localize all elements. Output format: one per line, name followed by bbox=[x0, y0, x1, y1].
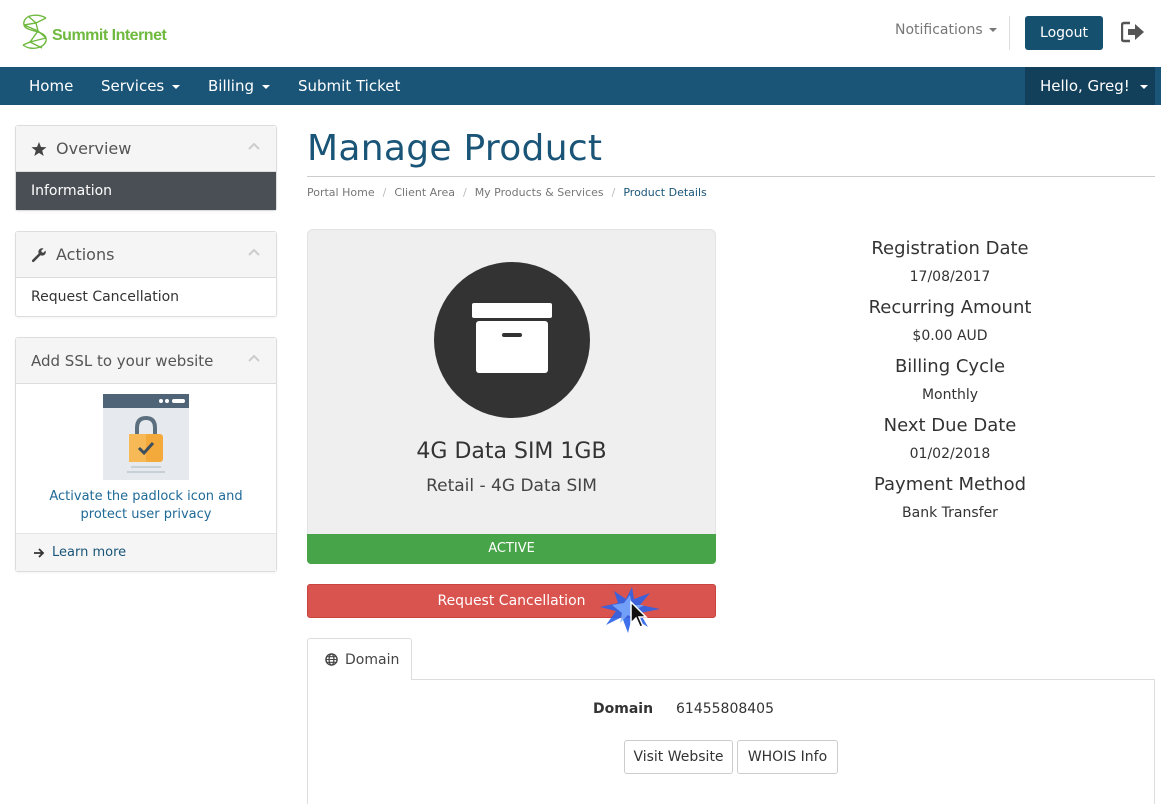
nav-item-services[interactable]: Services bbox=[101, 67, 181, 105]
billing-cycle-value: Monthly bbox=[921, 387, 979, 403]
nav-item-billing[interactable]: Billing bbox=[208, 67, 270, 105]
nav-item-submit-ticket[interactable]: Submit Ticket bbox=[298, 67, 400, 105]
wrench-icon bbox=[31, 247, 46, 262]
next-due-date-value: 01/02/2018 bbox=[909, 446, 991, 462]
nav-billing-label: Billing bbox=[208, 77, 254, 95]
header: Summit Internet Notifications Logout bbox=[0, 0, 1161, 67]
title-divider bbox=[307, 176, 1155, 177]
breadcrumb-separator: / bbox=[611, 186, 616, 199]
learn-more-label: Learn more bbox=[52, 545, 127, 560]
product-icon-circle bbox=[434, 262, 590, 418]
tab-domain[interactable]: Domain bbox=[307, 638, 412, 680]
nav-home-label: Home bbox=[29, 77, 74, 95]
recurring-amount-label: Recurring Amount bbox=[868, 297, 1032, 318]
nav-services-label: Services bbox=[101, 77, 165, 95]
learn-more-link[interactable]: Learn more bbox=[16, 533, 276, 571]
summit-logo-icon bbox=[22, 14, 47, 49]
ssl-panel-header[interactable]: Add SSL to your website bbox=[16, 338, 276, 384]
header-divider bbox=[1009, 16, 1010, 50]
breadcrumb-separator: / bbox=[382, 186, 387, 199]
actions-title: Actions bbox=[56, 245, 115, 264]
ssl-padlock-image[interactable] bbox=[103, 394, 189, 480]
product-info: Registration Date 17/08/2017 Recurring A… bbox=[830, 236, 1070, 531]
notifications-dropdown[interactable]: Notifications bbox=[895, 22, 997, 38]
payment-method-label: Payment Method bbox=[873, 474, 1027, 495]
logo-text: Summit Internet bbox=[52, 27, 167, 44]
star-icon bbox=[31, 141, 47, 156]
breadcrumb-client-area[interactable]: Client Area bbox=[394, 186, 455, 199]
arrow-right-icon bbox=[34, 547, 45, 558]
user-greeting: Hello, Greg! bbox=[1040, 77, 1130, 95]
registration-date-value: 17/08/2017 bbox=[909, 269, 991, 285]
logout-button[interactable]: Logout bbox=[1025, 16, 1103, 50]
archive-box-icon bbox=[472, 303, 552, 373]
ssl-body: Activate the padlock icon and protect us… bbox=[16, 384, 276, 534]
chevron-up-icon[interactable] bbox=[248, 354, 260, 362]
tab-domain-label: Domain bbox=[345, 651, 400, 668]
breadcrumb-product-details: Product Details bbox=[623, 186, 707, 199]
next-due-date-label: Next Due Date bbox=[883, 415, 1017, 436]
ssl-title: Add SSL to your website bbox=[31, 351, 214, 370]
sidebar-overview-panel: Overview Information bbox=[15, 125, 277, 211]
caret-down-icon bbox=[262, 84, 270, 89]
nav-submit-ticket-label: Submit Ticket bbox=[298, 77, 401, 95]
main-nav: Home Services Billing Submit Ticket Hell… bbox=[0, 67, 1161, 105]
request-cancellation-button[interactable]: Request Cancellation bbox=[307, 584, 716, 618]
product-group: Retail - 4G Data SIM bbox=[426, 476, 597, 496]
nav-item-home[interactable]: Home bbox=[29, 67, 73, 105]
overview-panel-header[interactable]: Overview bbox=[16, 126, 276, 172]
breadcrumb-separator: / bbox=[462, 186, 467, 199]
sign-out-icon[interactable] bbox=[1121, 21, 1145, 43]
registration-date-label: Registration Date bbox=[871, 238, 1029, 259]
overview-title: Overview bbox=[56, 139, 132, 158]
chevron-up-icon[interactable] bbox=[248, 248, 260, 256]
product-card: 4G Data SIM 1GB Retail - 4G Data SIM bbox=[307, 229, 716, 535]
caret-down-icon bbox=[988, 28, 997, 32]
domain-label: Domain bbox=[593, 701, 654, 717]
status-badge: ACTIVE bbox=[307, 534, 716, 564]
ssl-promo-text[interactable]: Activate the padlock icon and protect us… bbox=[31, 488, 261, 524]
recurring-amount-value: $0.00 AUD bbox=[912, 328, 988, 344]
logo[interactable]: Summit Internet bbox=[18, 12, 167, 52]
product-name: 4G Data SIM 1GB bbox=[416, 439, 607, 464]
actions-panel-header[interactable]: Actions bbox=[16, 232, 276, 278]
billing-cycle-label: Billing Cycle bbox=[894, 356, 1006, 377]
notifications-label: Notifications bbox=[895, 22, 983, 38]
globe-icon bbox=[325, 653, 338, 666]
chevron-up-icon[interactable] bbox=[248, 142, 260, 150]
payment-method-value: Bank Transfer bbox=[902, 505, 998, 521]
sidebar-ssl-panel: Add SSL to your website Activate the pad… bbox=[15, 337, 277, 572]
breadcrumb-portal-home[interactable]: Portal Home bbox=[307, 186, 375, 199]
page-title: Manage Product bbox=[307, 128, 603, 169]
caret-down-icon bbox=[1139, 84, 1148, 89]
sidebar-actions-panel: Actions Request Cancellation bbox=[15, 231, 277, 317]
domain-value: 61455808405 bbox=[676, 701, 774, 717]
breadcrumb: Portal Home / Client Area / My Products & Se… bbox=[307, 186, 707, 199]
whois-info-button[interactable]: WHOIS Info bbox=[737, 740, 838, 774]
sidebar-item-information[interactable]: Information bbox=[16, 172, 276, 210]
sidebar-item-request-cancellation[interactable]: Request Cancellation bbox=[16, 278, 276, 316]
breadcrumb-my-products[interactable]: My Products & Services bbox=[475, 186, 604, 199]
caret-down-icon bbox=[172, 84, 181, 89]
visit-website-button[interactable]: Visit Website bbox=[624, 740, 733, 774]
user-menu[interactable]: Hello, Greg! bbox=[1025, 67, 1155, 105]
